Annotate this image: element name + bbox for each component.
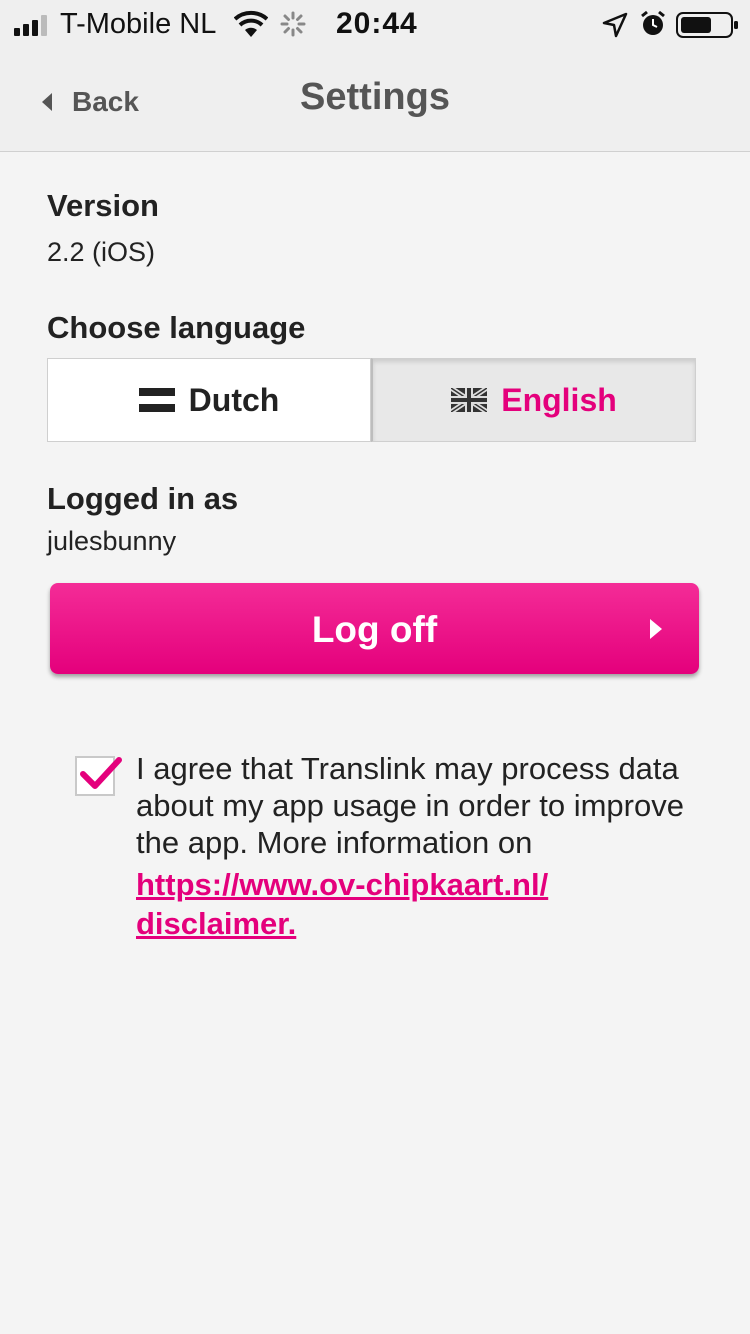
consent-text: I agree that Translink may process data … bbox=[136, 751, 684, 860]
status-bar: T-Mobile NL 20:44 bbox=[0, 0, 750, 52]
language-option-english[interactable]: English bbox=[371, 358, 696, 442]
checkmark-icon bbox=[80, 757, 122, 789]
version-heading: Version bbox=[47, 188, 159, 223]
page-title: Settings bbox=[300, 76, 450, 118]
consent-text-block: I agree that Translink may process data … bbox=[136, 750, 716, 943]
activity-spinner-icon bbox=[280, 11, 306, 37]
signal-icon bbox=[14, 15, 47, 36]
alarm-clock-icon bbox=[641, 10, 665, 35]
consent-checkbox[interactable] bbox=[75, 756, 122, 796]
disclaimer-link[interactable]: https://www.ov-chipkaart.nl/ disclaimer. bbox=[136, 865, 548, 943]
wifi-icon bbox=[234, 10, 268, 37]
navigation-bar: Back Settings bbox=[0, 52, 750, 152]
disclaimer-link-line-2: disclaimer. bbox=[136, 906, 297, 941]
logged-in-heading: Logged in as bbox=[47, 481, 239, 516]
battery-icon bbox=[676, 12, 738, 38]
disclaimer-link-line-1: https://www.ov-chipkaart.nl/ bbox=[136, 867, 549, 902]
clock-time: 20:44 bbox=[336, 7, 418, 40]
language-label-english: English bbox=[501, 381, 617, 418]
play-triangle-icon bbox=[650, 619, 662, 639]
language-option-dutch[interactable]: Dutch bbox=[47, 358, 371, 442]
location-arrow-icon bbox=[602, 12, 628, 38]
username: julesbunny bbox=[47, 526, 177, 556]
dutch-flag-icon bbox=[138, 388, 175, 412]
language-heading: Choose language bbox=[47, 310, 306, 345]
carrier-name: T-Mobile NL bbox=[60, 8, 217, 40]
log-off-button[interactable]: Log off bbox=[50, 583, 699, 674]
log-off-label: Log off bbox=[311, 609, 438, 650]
language-label-dutch: Dutch bbox=[188, 381, 280, 418]
language-toggle: Dutch English bbox=[47, 358, 696, 442]
uk-flag-icon bbox=[451, 388, 488, 412]
version-value: 2.2 (iOS) bbox=[47, 237, 156, 267]
